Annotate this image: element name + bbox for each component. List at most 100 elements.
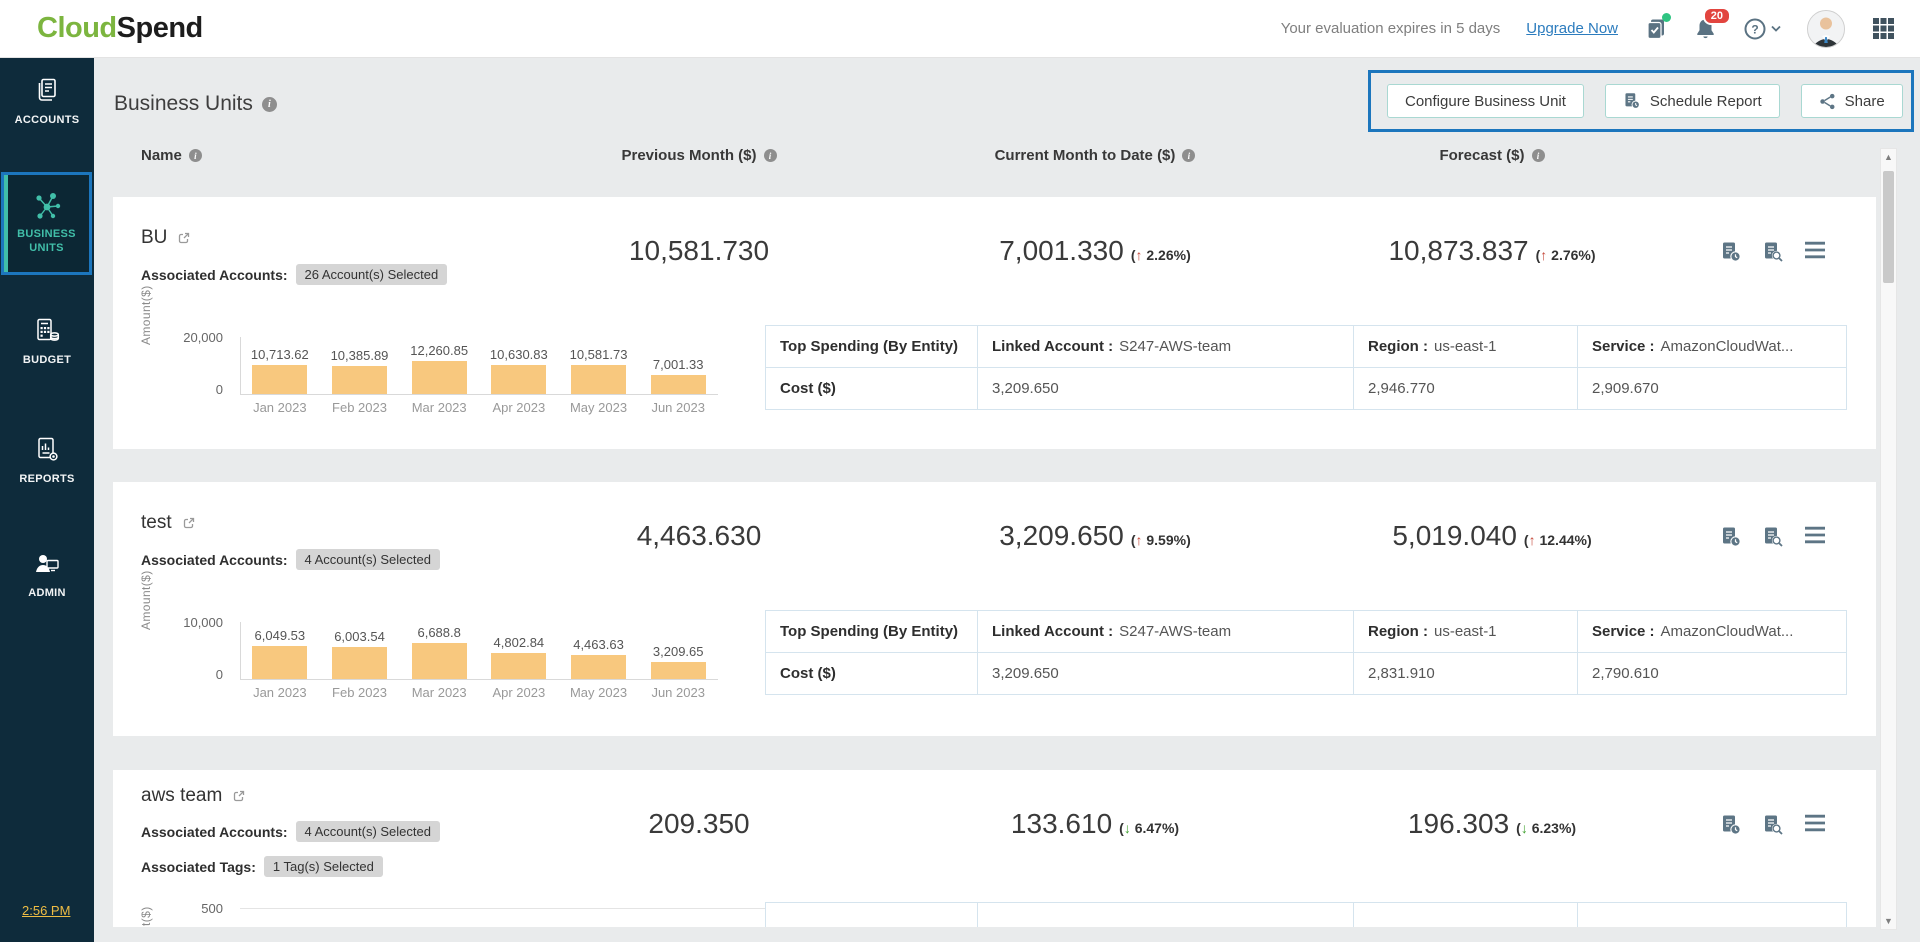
x-axis-label: Apr 2023: [479, 685, 559, 700]
help-icon: ?: [1743, 17, 1767, 41]
chart-bar: [651, 662, 706, 679]
cost-value: 3,209.650: [978, 368, 1354, 410]
change-percent: ↓ 6.47%: [1119, 820, 1179, 836]
cost-label: Cost ($): [766, 653, 978, 695]
sidebar-item-accounts[interactable]: ACCOUNTS: [0, 76, 94, 126]
info-icon[interactable]: i: [189, 149, 202, 162]
x-axis-labels: Jan 2023Feb 2023Mar 2023Apr 2023May 2023…: [240, 400, 718, 415]
sidebar-item-label: REPORTS: [19, 473, 74, 485]
apps-grid-button[interactable]: [1871, 16, 1896, 41]
bar-value-label: 10,385.89: [331, 348, 389, 363]
menu-icon[interactable]: [1804, 241, 1826, 285]
scroll-down-arrow[interactable]: ▼: [1881, 916, 1896, 926]
column-header-actions: [1679, 147, 1876, 164]
chart-bar-column: 10,385.89: [320, 297, 400, 394]
logo-cloud: Cloud: [37, 12, 117, 44]
schedule-report-icon[interactable]: [1720, 241, 1742, 285]
service-cell: Service :AmazonCloudWat...: [1578, 611, 1847, 653]
sidebar-item-label: BUSINESS UNITS: [8, 228, 86, 256]
schedule-report-icon[interactable]: [1720, 526, 1742, 570]
menu-icon[interactable]: [1804, 526, 1826, 570]
help-menu-button[interactable]: ?: [1743, 17, 1781, 41]
bar-value-label: 10,581.73: [570, 347, 628, 362]
chart-bars: 6,049.536,003.546,688.84,802.844,463.633…: [240, 582, 718, 679]
chart-bar-column: 10,713.62: [240, 297, 320, 394]
change-percent: ↑ 9.59%: [1131, 532, 1191, 548]
column-header-current-month: Current Month to Date ($)i: [885, 147, 1305, 164]
user-avatar[interactable]: [1807, 10, 1845, 48]
trend-arrow-icon: ↓: [1124, 820, 1131, 836]
chart-bar-column: 3,209.65: [638, 582, 718, 679]
info-icon[interactable]: i: [764, 149, 777, 162]
upgrade-now-link[interactable]: Upgrade Now: [1526, 20, 1618, 37]
trend-arrow-icon: ↑: [1135, 247, 1142, 263]
share-button[interactable]: Share: [1801, 84, 1903, 118]
view-report-icon[interactable]: [1762, 814, 1784, 877]
row-actions: [1679, 770, 1876, 877]
y-axis-tick: 0: [169, 382, 223, 397]
schedule-report-button[interactable]: Schedule Report: [1605, 84, 1780, 118]
view-report-icon[interactable]: [1762, 526, 1784, 570]
bar-value-label: 6,688.8: [417, 625, 460, 640]
change-percent: ↓ 6.23%: [1516, 820, 1576, 836]
cost-value: 2,909.670: [1578, 368, 1847, 410]
trend-arrow-icon: ↑: [1540, 247, 1547, 263]
page-title: Business Units i: [114, 92, 277, 116]
whats-new-button[interactable]: [1644, 17, 1668, 41]
business-units-icon: [30, 191, 64, 221]
bar-value-label: 6,049.53: [255, 628, 306, 643]
business-unit-row-aws-team: aws team Associated Accounts: 4 Account(…: [113, 770, 1876, 927]
cloudspend-logo[interactable]: CloudSpend: [37, 12, 203, 45]
sidebar-item-label: ACCOUNTS: [15, 114, 80, 126]
chart-bar: [332, 647, 387, 679]
page-title-text: Business Units: [114, 92, 253, 116]
info-icon[interactable]: i: [1532, 149, 1545, 162]
row-actions: [1679, 197, 1876, 285]
y-axis-tick: 0: [169, 667, 223, 682]
forecast-value: 10,873.837 ↑ 2.76%: [1305, 197, 1679, 285]
change-percent: ↑ 2.76%: [1536, 247, 1596, 263]
cost-value: 2,831.910: [1354, 653, 1578, 695]
sidebar: ACCOUNTS BUSINESS UNITS BUDGET REPORTS: [0, 58, 94, 942]
column-header-forecast: Forecast ($)i: [1305, 147, 1679, 164]
x-axis-line: [240, 679, 718, 680]
topbar-right: Your evaluation expires in 5 days Upgrad…: [1281, 10, 1896, 48]
scrollbar-thumb[interactable]: [1883, 171, 1894, 283]
notifications-button[interactable]: 20: [1694, 17, 1717, 41]
vertical-scrollbar[interactable]: ▲ ▼: [1880, 148, 1897, 930]
sidebar-item-budget[interactable]: BUDGET: [0, 316, 94, 366]
sidebar-item-admin[interactable]: ADMIN: [0, 551, 94, 599]
menu-icon[interactable]: [1804, 814, 1826, 877]
view-report-icon[interactable]: [1762, 241, 1784, 285]
column-header-previous-month: Previous Month ($)i: [513, 147, 885, 164]
sidebar-item-label: ADMIN: [28, 587, 66, 599]
x-axis-label: Jan 2023: [240, 400, 320, 415]
chart-bar: [412, 643, 467, 679]
chart-bar-column: 6,688.8: [399, 582, 479, 679]
info-icon[interactable]: i: [1182, 149, 1195, 162]
trend-arrow-icon: ↓: [1521, 820, 1528, 836]
chart-bar-column: 12,260.85: [399, 297, 479, 394]
forecast-value: 5,019.040 ↑ 12.44%: [1305, 482, 1679, 570]
current-month-value: 133.610 ↓ 6.47%: [885, 770, 1305, 877]
column-header-name: Namei: [113, 147, 513, 164]
chart-bar-column: 4,802.84: [479, 582, 559, 679]
schedule-report-icon[interactable]: [1720, 814, 1742, 877]
spend-trend-chart-partial: Amount($) 500: [113, 770, 765, 927]
bar-value-label: 12,260.85: [410, 343, 468, 358]
svg-text:?: ?: [1751, 22, 1758, 36]
y-axis-label: Amount($): [139, 554, 153, 630]
status-time: 2:56 PM: [22, 903, 70, 918]
sidebar-item-reports[interactable]: REPORTS: [0, 435, 94, 485]
sidebar-item-business-units[interactable]: BUSINESS UNITS: [1, 172, 92, 275]
schedule-report-label: Schedule Report: [1650, 93, 1762, 110]
scroll-up-arrow[interactable]: ▲: [1881, 152, 1896, 162]
configure-business-unit-label: Configure Business Unit: [1405, 93, 1566, 110]
configure-business-unit-button[interactable]: Configure Business Unit: [1387, 84, 1584, 118]
info-icon[interactable]: i: [262, 97, 277, 112]
x-axis-label: Mar 2023: [399, 685, 479, 700]
table-column-headers: Namei Previous Month ($)i Current Month …: [113, 147, 1876, 164]
top-bar: CloudSpend Your evaluation expires in 5 …: [0, 0, 1920, 58]
x-axis-label: Apr 2023: [479, 400, 559, 415]
chart-bar: [252, 365, 307, 394]
